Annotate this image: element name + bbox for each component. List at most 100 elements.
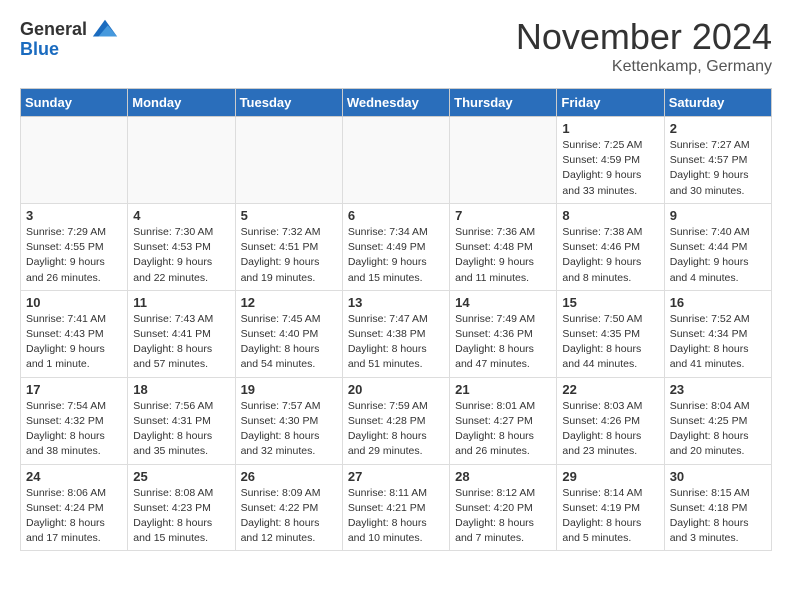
day-info: Sunrise: 8:08 AM Sunset: 4:23 PM Dayligh… bbox=[133, 486, 229, 547]
day-number: 7 bbox=[455, 208, 551, 223]
logo: General Blue bbox=[20, 16, 119, 60]
day-number: 5 bbox=[241, 208, 337, 223]
calendar-cell: 11 Sunrise: 7:43 AM Sunset: 4:41 PM Dayli… bbox=[128, 290, 235, 377]
day-info: Sunrise: 8:01 AM Sunset: 4:27 PM Dayligh… bbox=[455, 399, 551, 460]
calendar-cell: 18 Sunrise: 7:56 AM Sunset: 4:31 PM Dayli… bbox=[128, 377, 235, 464]
calendar-cell: 27 Sunrise: 8:11 AM Sunset: 4:21 PM Dayli… bbox=[342, 464, 449, 551]
day-info: Sunrise: 7:52 AM Sunset: 4:34 PM Dayligh… bbox=[670, 312, 766, 373]
week-row-4: 17Sunrise: 7:54 AM Sunset: 4:32 PM Dayli… bbox=[21, 377, 772, 464]
calendar-cell: 19 Sunrise: 7:57 AM Sunset: 4:30 PM Dayli… bbox=[235, 377, 342, 464]
day-number: 22 bbox=[562, 382, 658, 397]
calendar-cell: 13 Sunrise: 7:47 AM Sunset: 4:38 PM Dayli… bbox=[342, 290, 449, 377]
calendar-cell: 20 Sunrise: 7:59 AM Sunset: 4:28 PM Dayli… bbox=[342, 377, 449, 464]
day-info: Sunrise: 7:34 AM Sunset: 4:49 PM Dayligh… bbox=[348, 225, 444, 286]
day-info: Sunrise: 7:57 AM Sunset: 4:30 PM Dayligh… bbox=[241, 399, 337, 460]
day-number: 8 bbox=[562, 208, 658, 223]
header-wednesday: Wednesday bbox=[342, 89, 449, 117]
day-number: 30 bbox=[670, 469, 766, 484]
calendar-cell: 17Sunrise: 7:54 AM Sunset: 4:32 PM Dayli… bbox=[21, 377, 128, 464]
calendar-cell: 8 Sunrise: 7:38 AM Sunset: 4:46 PM Daylig… bbox=[557, 203, 664, 290]
calendar-table: SundayMondayTuesdayWednesdayThursdayFrid… bbox=[20, 88, 772, 551]
calendar-cell: 14 Sunrise: 7:49 AM Sunset: 4:36 PM Dayli… bbox=[450, 290, 557, 377]
calendar-cell: 7 Sunrise: 7:36 AM Sunset: 4:48 PM Daylig… bbox=[450, 203, 557, 290]
header-sunday: Sunday bbox=[21, 89, 128, 117]
calendar-cell bbox=[450, 117, 557, 204]
calendar-cell: 2 Sunrise: 7:27 AM Sunset: 4:57 PM Daylig… bbox=[664, 117, 771, 204]
day-info: Sunrise: 7:32 AM Sunset: 4:51 PM Dayligh… bbox=[241, 225, 337, 286]
calendar-cell: 6 Sunrise: 7:34 AM Sunset: 4:49 PM Daylig… bbox=[342, 203, 449, 290]
calendar-cell: 29 Sunrise: 8:14 AM Sunset: 4:19 PM Dayli… bbox=[557, 464, 664, 551]
page-header: General Blue November 2024 Kettenkamp, G… bbox=[20, 16, 772, 76]
calendar-cell: 30Sunrise: 8:15 AM Sunset: 4:18 PM Dayli… bbox=[664, 464, 771, 551]
day-info: Sunrise: 8:11 AM Sunset: 4:21 PM Dayligh… bbox=[348, 486, 444, 547]
calendar-cell: 22 Sunrise: 8:03 AM Sunset: 4:26 PM Dayli… bbox=[557, 377, 664, 464]
calendar-cell: 26Sunrise: 8:09 AM Sunset: 4:22 PM Dayli… bbox=[235, 464, 342, 551]
header-saturday: Saturday bbox=[664, 89, 771, 117]
day-info: Sunrise: 8:14 AM Sunset: 4:19 PM Dayligh… bbox=[562, 486, 658, 547]
day-number: 27 bbox=[348, 469, 444, 484]
day-info: Sunrise: 7:41 AM Sunset: 4:43 PM Dayligh… bbox=[26, 312, 122, 373]
title-block: November 2024 Kettenkamp, Germany bbox=[516, 16, 772, 76]
day-info: Sunrise: 7:38 AM Sunset: 4:46 PM Dayligh… bbox=[562, 225, 658, 286]
day-number: 25 bbox=[133, 469, 229, 484]
day-info: Sunrise: 8:04 AM Sunset: 4:25 PM Dayligh… bbox=[670, 399, 766, 460]
day-info: Sunrise: 7:25 AM Sunset: 4:59 PM Dayligh… bbox=[562, 138, 658, 199]
calendar-cell bbox=[235, 117, 342, 204]
day-info: Sunrise: 7:47 AM Sunset: 4:38 PM Dayligh… bbox=[348, 312, 444, 373]
day-number: 6 bbox=[348, 208, 444, 223]
week-row-1: 1 Sunrise: 7:25 AM Sunset: 4:59 PM Daylig… bbox=[21, 117, 772, 204]
day-number: 23 bbox=[670, 382, 766, 397]
calendar-cell: 15 Sunrise: 7:50 AM Sunset: 4:35 PM Dayli… bbox=[557, 290, 664, 377]
day-info: Sunrise: 7:54 AM Sunset: 4:32 PM Dayligh… bbox=[26, 399, 122, 460]
calendar-cell: 24 Sunrise: 8:06 AM Sunset: 4:24 PM Dayli… bbox=[21, 464, 128, 551]
day-number: 28 bbox=[455, 469, 551, 484]
calendar-cell: 9 Sunrise: 7:40 AM Sunset: 4:44 PM Daylig… bbox=[664, 203, 771, 290]
day-info: Sunrise: 7:40 AM Sunset: 4:44 PM Dayligh… bbox=[670, 225, 766, 286]
day-number: 4 bbox=[133, 208, 229, 223]
day-number: 13 bbox=[348, 295, 444, 310]
day-info: Sunrise: 7:56 AM Sunset: 4:31 PM Dayligh… bbox=[133, 399, 229, 460]
location: Kettenkamp, Germany bbox=[516, 58, 772, 76]
day-number: 19 bbox=[241, 382, 337, 397]
day-number: 3 bbox=[26, 208, 122, 223]
day-number: 26 bbox=[241, 469, 337, 484]
day-info: Sunrise: 7:43 AM Sunset: 4:41 PM Dayligh… bbox=[133, 312, 229, 373]
day-number: 1 bbox=[562, 121, 658, 136]
day-number: 29 bbox=[562, 469, 658, 484]
day-number: 11 bbox=[133, 295, 229, 310]
day-number: 16 bbox=[670, 295, 766, 310]
day-number: 18 bbox=[133, 382, 229, 397]
logo-icon bbox=[91, 16, 119, 44]
day-info: Sunrise: 7:30 AM Sunset: 4:53 PM Dayligh… bbox=[133, 225, 229, 286]
calendar-cell: 16 Sunrise: 7:52 AM Sunset: 4:34 PM Dayli… bbox=[664, 290, 771, 377]
day-info: Sunrise: 8:12 AM Sunset: 4:20 PM Dayligh… bbox=[455, 486, 551, 547]
day-number: 20 bbox=[348, 382, 444, 397]
month-title: November 2024 bbox=[516, 16, 772, 58]
calendar-cell: 10 Sunrise: 7:41 AM Sunset: 4:43 PM Dayli… bbox=[21, 290, 128, 377]
day-info: Sunrise: 7:27 AM Sunset: 4:57 PM Dayligh… bbox=[670, 138, 766, 199]
day-info: Sunrise: 7:59 AM Sunset: 4:28 PM Dayligh… bbox=[348, 399, 444, 460]
header-friday: Friday bbox=[557, 89, 664, 117]
day-number: 24 bbox=[26, 469, 122, 484]
day-number: 12 bbox=[241, 295, 337, 310]
day-info: Sunrise: 7:36 AM Sunset: 4:48 PM Dayligh… bbox=[455, 225, 551, 286]
calendar-header-row: SundayMondayTuesdayWednesdayThursdayFrid… bbox=[21, 89, 772, 117]
calendar-cell: 23 Sunrise: 8:04 AM Sunset: 4:25 PM Dayli… bbox=[664, 377, 771, 464]
calendar-cell bbox=[128, 117, 235, 204]
day-info: Sunrise: 8:06 AM Sunset: 4:24 PM Dayligh… bbox=[26, 486, 122, 547]
day-info: Sunrise: 8:03 AM Sunset: 4:26 PM Dayligh… bbox=[562, 399, 658, 460]
day-number: 9 bbox=[670, 208, 766, 223]
calendar-cell: 4 Sunrise: 7:30 AM Sunset: 4:53 PM Daylig… bbox=[128, 203, 235, 290]
header-monday: Monday bbox=[128, 89, 235, 117]
day-info: Sunrise: 7:29 AM Sunset: 4:55 PM Dayligh… bbox=[26, 225, 122, 286]
week-row-2: 3 Sunrise: 7:29 AM Sunset: 4:55 PM Daylig… bbox=[21, 203, 772, 290]
day-info: Sunrise: 7:49 AM Sunset: 4:36 PM Dayligh… bbox=[455, 312, 551, 373]
day-number: 21 bbox=[455, 382, 551, 397]
day-number: 2 bbox=[670, 121, 766, 136]
day-number: 14 bbox=[455, 295, 551, 310]
day-number: 15 bbox=[562, 295, 658, 310]
week-row-5: 24 Sunrise: 8:06 AM Sunset: 4:24 PM Dayli… bbox=[21, 464, 772, 551]
day-number: 10 bbox=[26, 295, 122, 310]
calendar-cell bbox=[21, 117, 128, 204]
day-info: Sunrise: 7:50 AM Sunset: 4:35 PM Dayligh… bbox=[562, 312, 658, 373]
